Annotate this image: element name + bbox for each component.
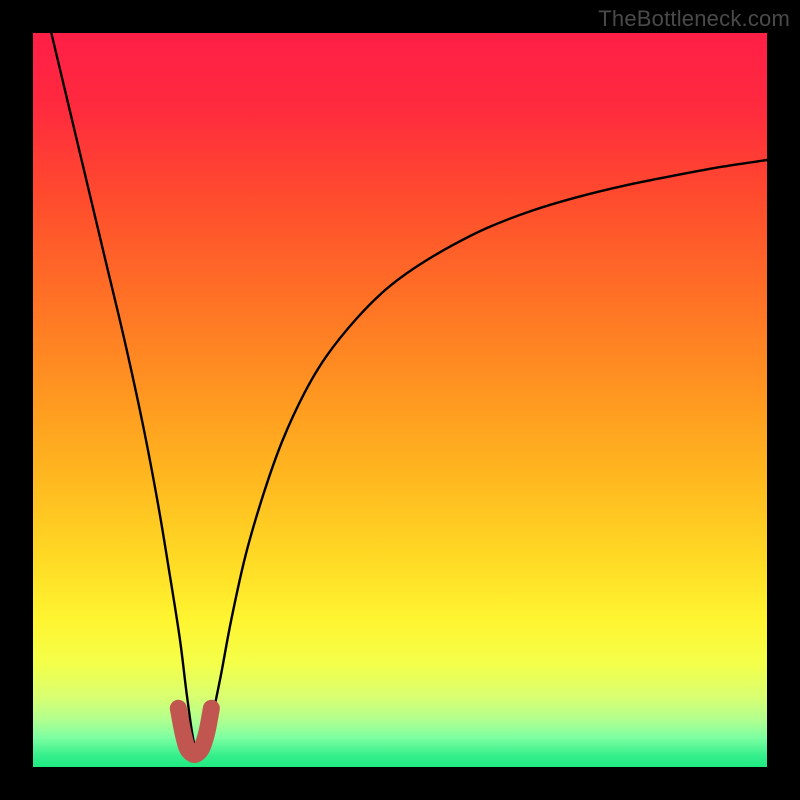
watermark-text: TheBottleneck.com [598,6,790,32]
plot-area [33,33,767,767]
gradient-background [33,33,767,767]
chart-svg [33,33,767,767]
outer-frame: TheBottleneck.com [0,0,800,800]
